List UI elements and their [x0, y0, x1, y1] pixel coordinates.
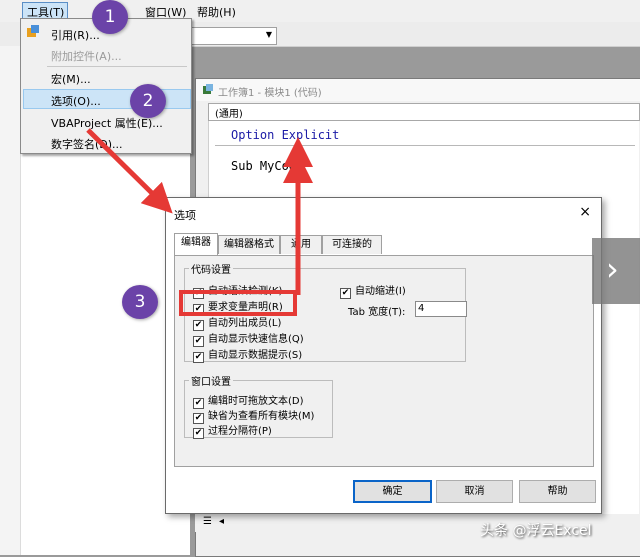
step-badge-3: 3 [122, 285, 158, 319]
chevron-right-icon: › [606, 250, 619, 288]
arrow-to-dialog [86, 128, 173, 214]
annotation-arrows [86, 128, 313, 295]
step-badge-1: 1 [92, 0, 128, 34]
watermark: 头条 @浮云Excel [480, 523, 592, 539]
next-page-button[interactable]: › [592, 238, 640, 304]
step-badge-2: 2 [130, 84, 166, 118]
